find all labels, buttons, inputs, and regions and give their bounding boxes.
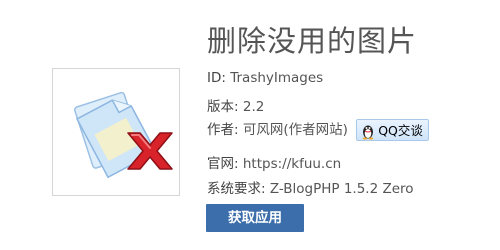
trash-images-icon (73, 91, 173, 179)
website-row: 官网: https://kfuu.cn (207, 152, 341, 172)
version-row: 版本: 2.2 (207, 95, 264, 115)
website-label: 官网: (207, 156, 239, 172)
page-title: 删除没用的图片 (207, 24, 418, 58)
requirements-row: 系统要求: Z-BlogPHP 1.5.2 Zero (207, 177, 414, 197)
plugin-thumbnail (52, 68, 180, 196)
requirements-label: 系统要求: (207, 181, 266, 197)
version-value: 2.2 (242, 99, 265, 115)
id-label: ID: (207, 70, 226, 86)
qq-penguin-icon (363, 125, 374, 139)
qq-chat-button[interactable]: QQ交谈 (356, 119, 429, 141)
website-link[interactable]: https://kfuu.cn (243, 156, 341, 172)
author-label: 作者: (207, 122, 239, 138)
author-row: 作者: 可风网(作者网站) QQ交谈 (207, 118, 429, 141)
requirements-value: Z-BlogPHP 1.5.2 Zero (269, 181, 414, 197)
qq-chat-label: QQ交谈 (378, 122, 423, 138)
version-label: 版本: (207, 99, 239, 115)
id-value: TrashyImages (230, 70, 324, 86)
id-row: ID: TrashyImages (207, 70, 323, 86)
author-link[interactable]: 可风网(作者网站) (243, 122, 348, 138)
get-app-button[interactable]: 获取应用 (206, 204, 304, 232)
